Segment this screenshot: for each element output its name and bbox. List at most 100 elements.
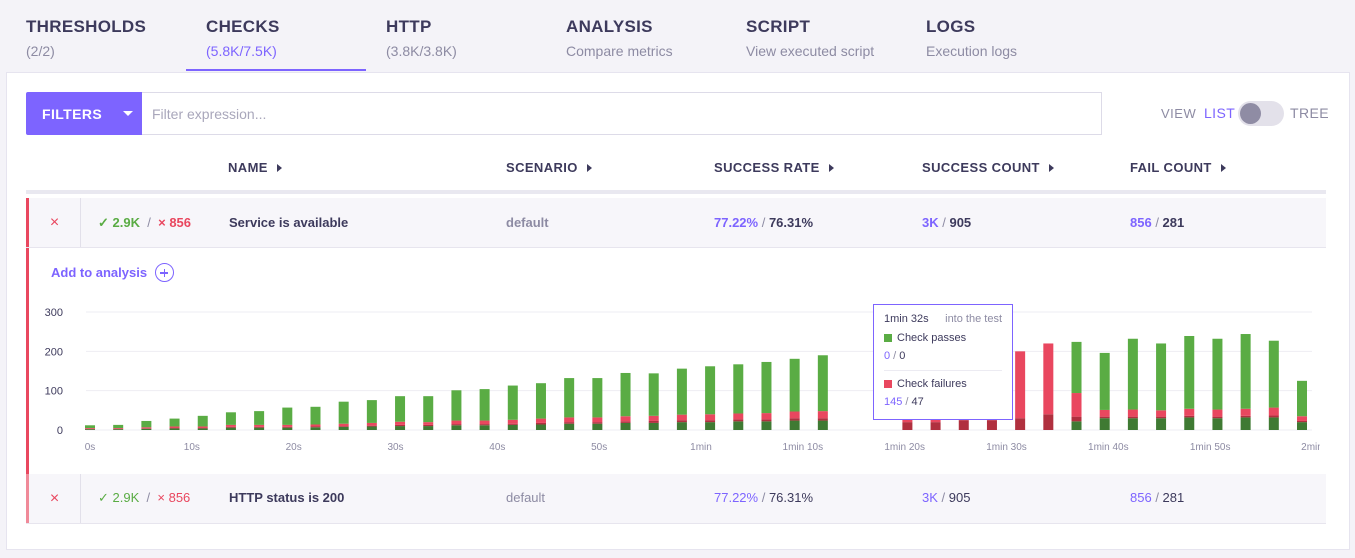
- bar-fail: [1212, 409, 1223, 417]
- bar-fail-secondary: [817, 418, 828, 421]
- column-header-scenario[interactable]: SCENARIO: [506, 160, 592, 175]
- filters-button[interactable]: FILTERS: [26, 92, 142, 135]
- bar-pass-secondary: [1268, 417, 1279, 430]
- tab-title: CHECKS: [206, 17, 280, 36]
- view-list-option[interactable]: LIST: [1204, 105, 1235, 121]
- bar-fail: [1071, 393, 1082, 417]
- bar-fail: [676, 414, 687, 421]
- fail-count-compare: 281: [1162, 490, 1185, 505]
- bar-fail-secondary: [705, 420, 716, 423]
- bar-fail: [1184, 408, 1195, 416]
- bar-pass: [479, 389, 490, 421]
- tooltip-divider: [884, 370, 1002, 371]
- bar-pass: [761, 361, 772, 414]
- x-tick-label: 0s: [85, 442, 96, 453]
- bar-pass: [620, 372, 631, 417]
- bar-fail-secondary: [733, 419, 744, 422]
- success-rate: 77.22% / 76.31%: [714, 490, 813, 505]
- bar-fail: [197, 426, 208, 429]
- bar-fail-secondary: [1297, 420, 1307, 423]
- bar-pass-secondary: [1099, 418, 1110, 430]
- bar-fail-secondary: [958, 420, 969, 430]
- filter-expression-input[interactable]: [142, 92, 1102, 135]
- bar-pass-secondary: [1240, 417, 1251, 430]
- bar-pass: [113, 424, 124, 429]
- bar-pass: [1184, 335, 1195, 409]
- bar-fail-secondary: [395, 424, 406, 427]
- bar-pass: [141, 420, 152, 428]
- fail-count: 856: [168, 490, 191, 505]
- bar-fail-secondary: [366, 425, 377, 427]
- fail-count-cell: 856 / 281: [1130, 490, 1184, 505]
- bar-pass: [310, 406, 321, 425]
- separator: /: [1151, 490, 1163, 505]
- bar-pass: [254, 411, 265, 425]
- add-to-analysis-label: Add to analysis: [51, 265, 148, 280]
- bar-pass-secondary: [676, 422, 687, 430]
- bar-fail-secondary: [282, 426, 293, 428]
- tab-script[interactable]: SCRIPT View executed script: [746, 0, 874, 72]
- bar-fail: [733, 413, 744, 420]
- separator: /: [758, 215, 769, 230]
- bar-fail-secondary: [1268, 415, 1279, 418]
- bar-fail: [225, 424, 236, 427]
- bar-pass: [197, 415, 208, 427]
- bar-pass-secondary: [169, 428, 180, 430]
- sort-arrow-icon: [828, 163, 834, 172]
- bar-pass: [592, 378, 603, 418]
- bar-fail: [1043, 343, 1054, 415]
- tab-thresholds[interactable]: THRESHOLDS (2/2): [26, 0, 146, 72]
- check-name: HTTP status is 200: [229, 490, 345, 505]
- bar-pass-secondary: [1127, 418, 1138, 430]
- column-header-label: NAME: [228, 160, 268, 175]
- bar-pass: [817, 355, 828, 412]
- view-label: VIEW: [1161, 106, 1197, 121]
- tab-logs[interactable]: LOGS Execution logs: [926, 0, 1017, 72]
- active-tab-indicator: [186, 69, 366, 71]
- add-to-analysis-button[interactable]: Add to analysis: [51, 263, 175, 282]
- cross-icon: ×: [158, 215, 166, 230]
- bar-pass: [1297, 380, 1307, 417]
- bar-pass-secondary: [282, 427, 293, 430]
- tab-analysis[interactable]: ANALYSIS Compare metrics: [566, 0, 673, 72]
- bar-pass-secondary: [620, 422, 631, 430]
- table-row[interactable]: × ✓ 2.9K / × 856 Service is available de…: [26, 198, 1326, 248]
- bar-fail: [535, 418, 546, 423]
- tooltip-time: 1min 32s: [884, 313, 929, 325]
- y-tick-label: 200: [45, 346, 63, 358]
- tab-http[interactable]: HTTP (3.8K/3.8K): [386, 0, 457, 72]
- bar-pass-secondary: [564, 423, 575, 430]
- column-header-success-rate[interactable]: SUCCESS RATE: [714, 160, 834, 175]
- bar-pass-secondary: [85, 429, 95, 430]
- bar-fail-secondary: [930, 422, 941, 430]
- bar-pass: [1212, 338, 1223, 410]
- tab-title: ANALYSIS: [566, 17, 653, 36]
- tooltip-failures-compare: 47: [911, 396, 924, 408]
- bar-fail-secondary: [225, 426, 236, 428]
- separator: /: [758, 490, 769, 505]
- view-toggle[interactable]: [1238, 101, 1284, 126]
- bar-fail-secondary: [620, 421, 631, 423]
- bar-fail: [761, 413, 772, 420]
- tab-checks[interactable]: CHECKS (5.8K/7.5K): [206, 0, 280, 72]
- bar-fail-secondary: [648, 420, 659, 423]
- bar-fail-secondary: [1127, 416, 1138, 419]
- bar-pass: [451, 390, 462, 421]
- table-row[interactable]: × ✓ 2.9K / × 856 HTTP status is 200 defa…: [26, 474, 1326, 524]
- bar-pass-secondary: [592, 423, 603, 430]
- bar-pass-secondary: [141, 428, 152, 430]
- column-header-success-count[interactable]: SUCCESS COUNT: [922, 160, 1054, 175]
- x-tick-label: 1min 40s: [1088, 442, 1129, 453]
- failures-swatch: [884, 380, 892, 388]
- column-header-fail-count[interactable]: FAIL COUNT: [1130, 160, 1226, 175]
- column-header-name[interactable]: NAME: [228, 160, 282, 175]
- bar-pass-secondary: [1156, 418, 1167, 430]
- bar-fail-secondary: [535, 422, 546, 425]
- bar-pass: [225, 412, 236, 425]
- bar-pass-secondary: [733, 421, 744, 430]
- view-tree-option[interactable]: TREE: [1290, 105, 1329, 121]
- bar-fail-secondary: [338, 426, 349, 427]
- bar-pass: [1127, 338, 1138, 410]
- tooltip-time-suffix: into the test: [945, 313, 1002, 325]
- bar-pass-secondary: [310, 427, 321, 430]
